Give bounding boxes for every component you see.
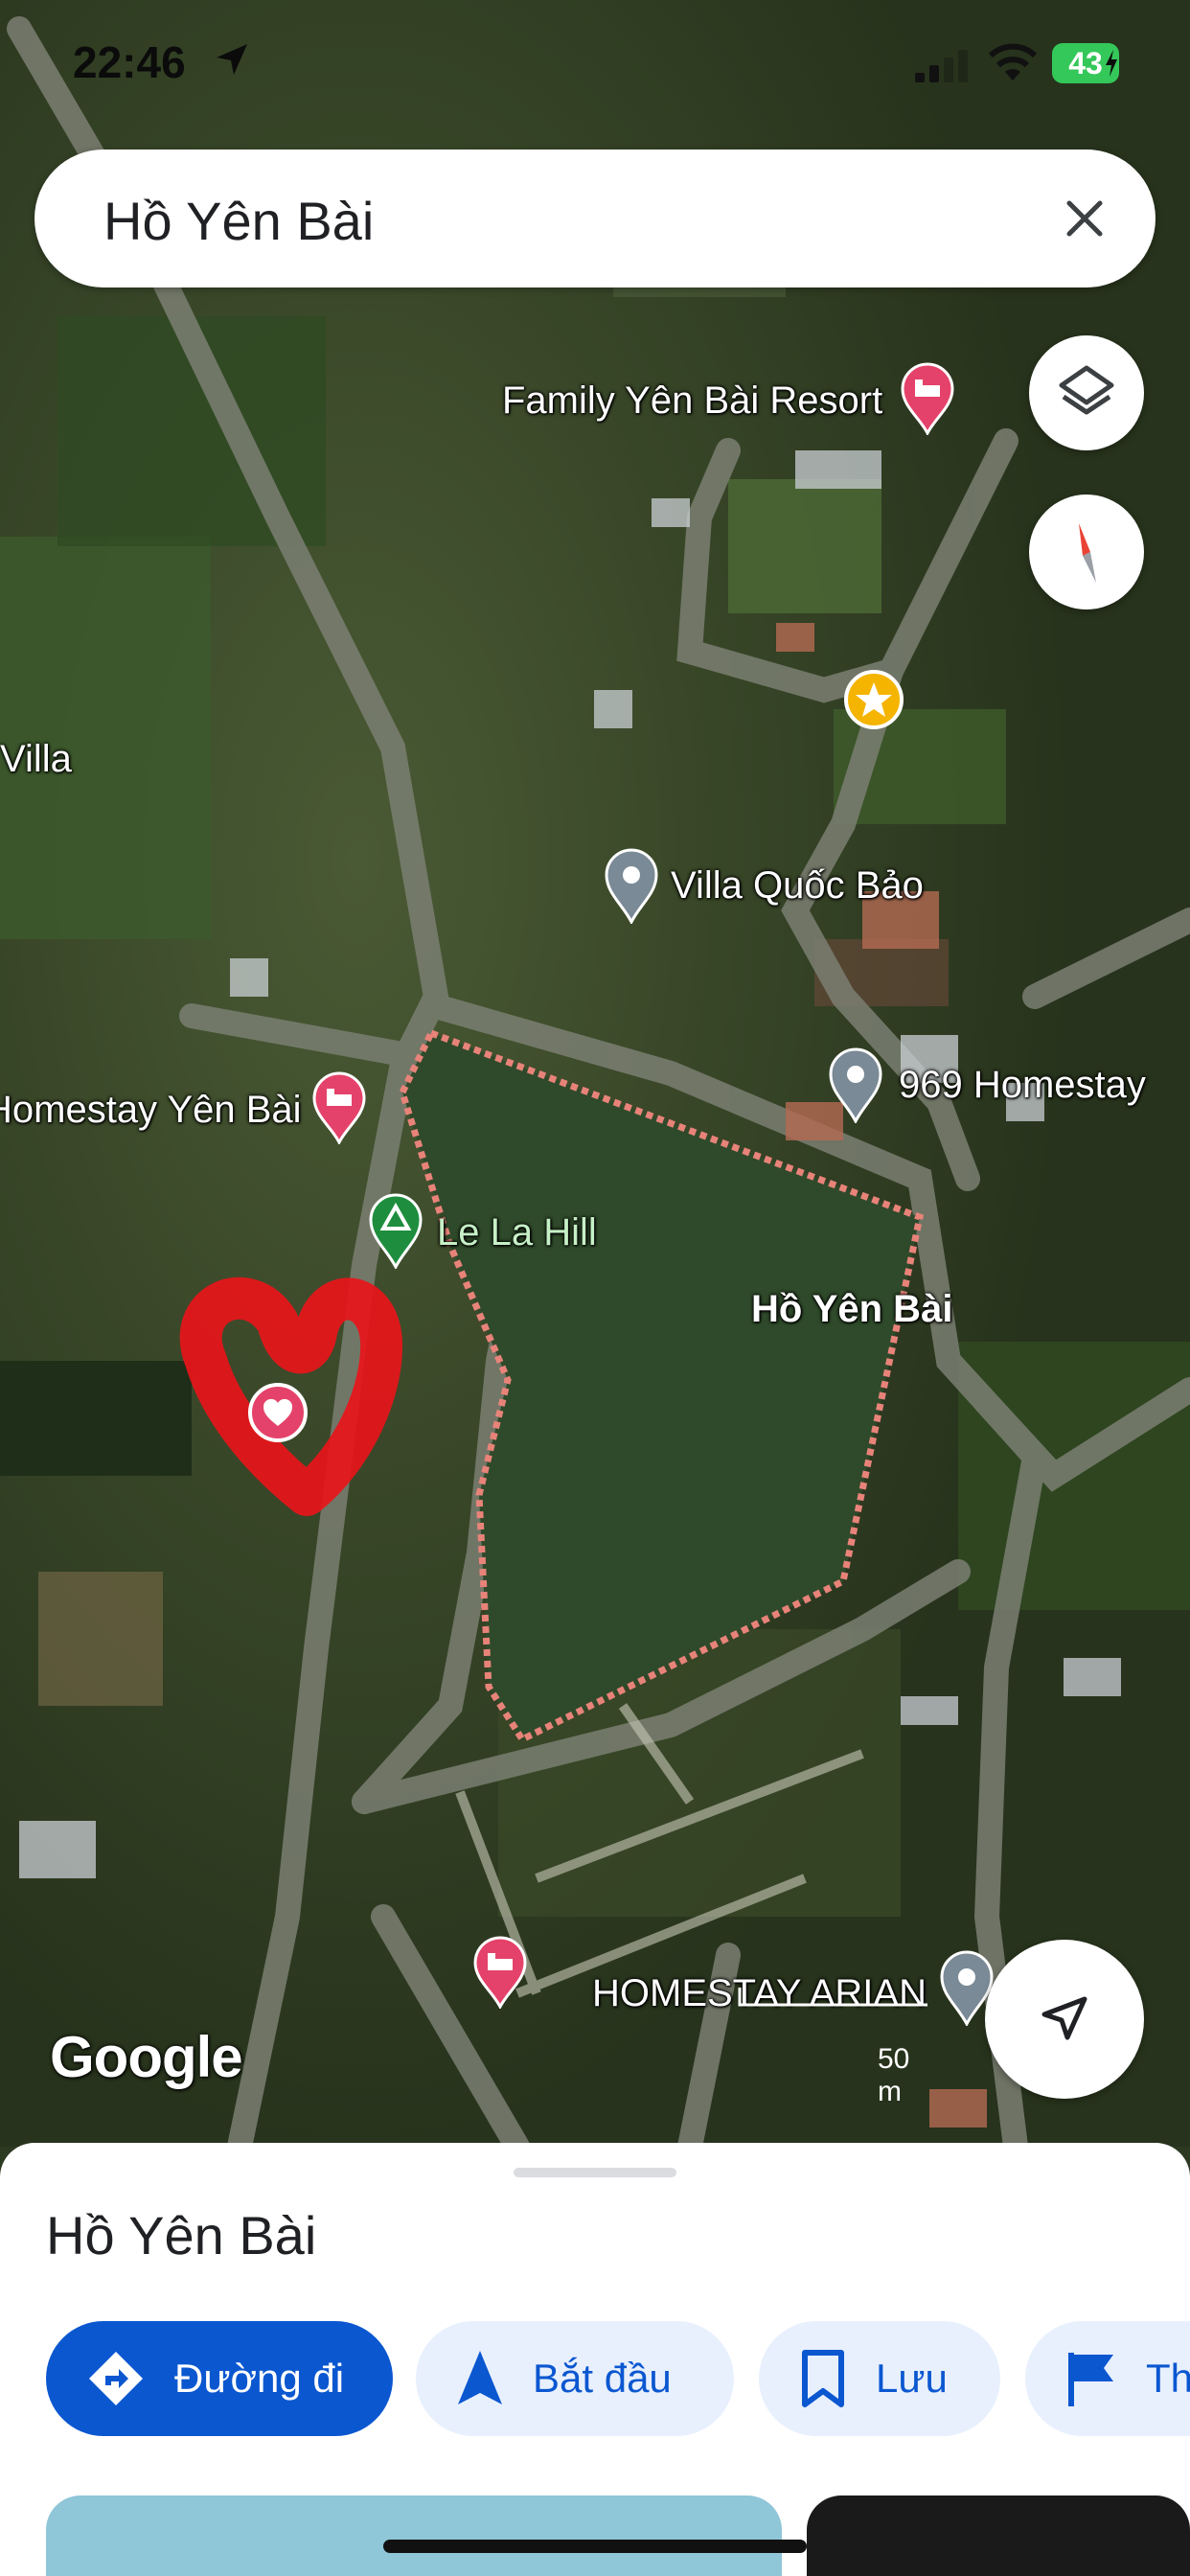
flag-icon <box>1068 2353 1113 2406</box>
place-pin-icon <box>829 1047 882 1125</box>
close-icon[interactable] <box>1058 192 1111 245</box>
place-pin-villa-quoc-bao[interactable] <box>604 847 659 929</box>
label-969-homestay[interactable]: 969 Homestay <box>899 1064 1146 1107</box>
home-indicator[interactable] <box>383 2540 807 2553</box>
directions-icon <box>89 2352 143 2405</box>
saved-heart-pin[interactable] <box>247 1382 309 1448</box>
more-action-button[interactable]: Th <box>1025 2321 1190 2436</box>
star-pin[interactable] <box>843 669 904 735</box>
search-bar[interactable]: Hồ Yên Bài <box>34 150 1156 288</box>
hotel-pin-bottom[interactable] <box>473 1936 527 2013</box>
label-family-resort[interactable]: Family Yên Bài Resort <box>502 380 882 423</box>
hotel-pin-family-resort[interactable] <box>901 362 954 440</box>
hotel-pin-homestay-yen-bai[interactable] <box>312 1071 366 1149</box>
navigation-arrow-icon <box>1041 1996 1087 2040</box>
more-action-label: Th <box>1146 2356 1190 2401</box>
label-homestay-yen-bai[interactable]: Homestay Yên Bài <box>0 1089 302 1132</box>
my-location-button[interactable] <box>985 1940 1144 2099</box>
save-label: Lưu <box>876 2356 948 2401</box>
directions-label: Đường đi <box>174 2356 345 2401</box>
label-villa-left[interactable]: Villa <box>0 738 72 781</box>
hotel-icon <box>901 362 954 437</box>
place-title: Hồ Yên Bài <box>46 2205 317 2266</box>
label-villa-quoc-bao[interactable]: Villa Quốc Bảo <box>671 864 924 908</box>
google-attribution: Google <box>50 2025 243 2089</box>
heart-icon <box>248 1383 308 1442</box>
layers-button[interactable] <box>1029 335 1144 450</box>
layers-icon <box>1059 365 1114 415</box>
status-bar: 22:46 43 <box>0 0 1190 115</box>
place-pin-969-homestay[interactable] <box>828 1046 883 1128</box>
scale-bar-icon <box>738 1988 927 2007</box>
star-icon <box>844 670 904 729</box>
map-view[interactable]: Family Yên Bài Resort Villa Villa Quốc B… <box>0 0 1190 2147</box>
directions-button[interactable]: Đường đi <box>46 2321 393 2436</box>
save-button[interactable]: Lưu <box>759 2321 1000 2436</box>
navigation-start-icon <box>458 2351 502 2404</box>
start-button[interactable]: Bắt đầu <box>416 2321 734 2436</box>
compass-icon <box>1079 523 1096 583</box>
photo-thumbnail-1[interactable] <box>46 2496 782 2576</box>
sheet-drag-handle[interactable] <box>514 2168 676 2177</box>
campground-icon <box>369 1193 423 1271</box>
hotel-icon <box>473 1936 527 2011</box>
map-scale: 50 m <box>738 1984 929 2107</box>
start-label: Bắt đầu <box>533 2356 672 2401</box>
wifi-icon <box>988 43 1038 80</box>
photo-thumbnail-2[interactable] <box>807 2496 1190 2576</box>
compass-button[interactable] <box>1029 494 1144 610</box>
cellular-signal-icon <box>915 50 968 82</box>
label-lake[interactable]: Hồ Yên Bài <box>751 1288 952 1331</box>
hotel-icon <box>312 1071 366 1146</box>
location-arrow-icon <box>217 44 247 75</box>
campground-pin-le-la-hill[interactable] <box>368 1192 423 1274</box>
status-time: 22:46 <box>73 37 186 87</box>
place-pin-icon <box>605 848 658 926</box>
charging-bolt-icon <box>1106 50 1117 77</box>
search-query[interactable]: Hồ Yên Bài <box>103 190 374 252</box>
bookmark-icon <box>802 2350 844 2407</box>
scale-label: 50 m <box>878 2043 910 2107</box>
label-le-la-hill[interactable]: Le La Hill <box>437 1211 597 1254</box>
